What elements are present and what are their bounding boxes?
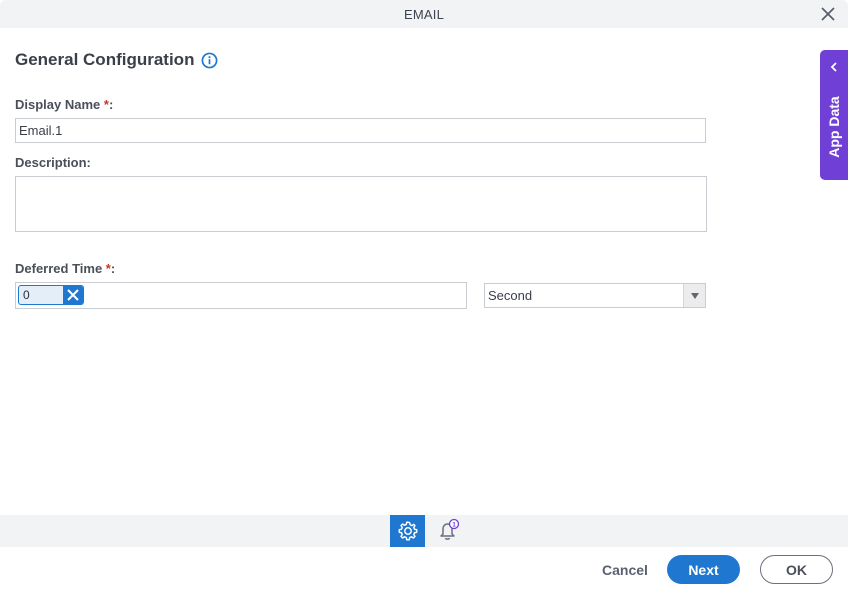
notification-badge: 1 [452,521,456,528]
info-icon[interactable] [201,52,218,69]
close-icon [67,289,79,301]
app-data-panel-toggle[interactable]: App Data [820,50,848,180]
deferred-time-chip: 0 [18,285,84,305]
app-data-label: App Data [826,96,842,158]
deferred-time-value: 0 [23,288,30,302]
chevron-left-icon [830,62,837,72]
gear-icon [398,521,417,541]
clear-value-button[interactable] [63,286,83,304]
dialog-title: EMAIL [403,7,444,22]
close-icon[interactable] [820,6,836,22]
tab-settings[interactable] [390,515,425,547]
dialog-titlebar: EMAIL [0,0,848,28]
section-title: General Configuration [15,50,195,69]
display-name-label: Display Name *: [15,97,114,112]
description-input[interactable] [15,176,707,232]
cancel-button[interactable]: Cancel [595,555,655,584]
tab-notifications[interactable]: 1 [432,515,464,547]
ok-button[interactable]: OK [760,555,833,584]
next-button[interactable]: Next [667,555,740,584]
bell-icon: 1 [440,518,460,540]
dropdown-arrow-icon[interactable] [683,284,705,307]
deferred-time-label: Deferred Time *: [15,261,116,276]
time-unit-value: Second [488,288,533,303]
description-label: Description: [15,155,91,170]
time-unit-select[interactable]: Second [484,283,706,308]
display-name-input[interactable] [15,118,706,143]
